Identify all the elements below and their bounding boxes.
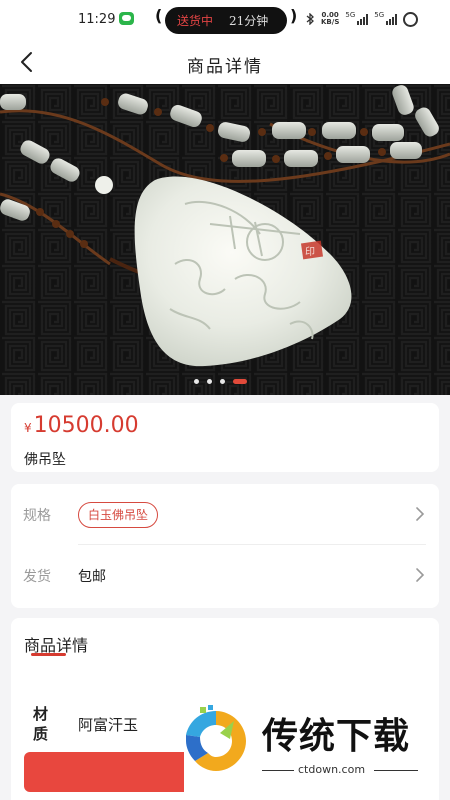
wechat-notification-icon [119,12,134,25]
system-status-icons: 0.00 KB/S 5G 5G [305,11,419,27]
net-speed: 0.00 KB/S [321,12,339,26]
svg-text:印: 印 [305,246,315,258]
carousel-dot-active[interactable] [233,379,247,384]
signal-bars-icon-2 [386,13,398,25]
nav-bar: 商品详情 [0,40,450,84]
shipping-value: 包邮 [78,569,106,585]
chevron-right-icon [416,507,425,521]
watermark-line-right [374,770,418,771]
watermark-logo-icon [186,705,246,771]
spec-label: 规格 [23,508,51,524]
signal-bars-icon [357,13,369,25]
watermark-line-left [262,770,294,771]
site-watermark: 传统下载 ctdown.com [180,703,430,783]
page-title: 商品详情 [187,57,263,77]
carousel-dots [194,379,247,384]
spec-chip[interactable]: 白玉佛吊坠 [78,502,159,528]
options-card: 规格 白玉佛吊坠 发货 包邮 [11,484,439,608]
price: ¥ 10500.00 [24,413,139,438]
chevron-right-icon [416,568,425,582]
bluetooth-icon [306,13,314,25]
net-speed-unit: KB/S [321,18,340,26]
jade-pendant-image: 印 [0,84,450,395]
shipping-label: 发货 [23,569,51,585]
attribute-value: 阿富汗玉 [78,716,139,734]
battery-icon [403,11,419,27]
carousel-dot[interactable] [220,379,225,384]
delivery-status-text: 送货中 [177,14,214,28]
watermark-brand: 传统下载 [262,716,411,757]
signal-label-2: 5G [374,11,385,19]
currency-symbol: ¥ [24,421,32,435]
signal-label-1: 5G [345,11,356,19]
product-image-carousel[interactable]: 印 [0,84,450,395]
watermark-url: ctdown.com [298,763,366,776]
price-card: ¥ 10500.00 佛吊坠 [11,403,439,472]
shipping-row[interactable]: 发货 包邮 [11,545,439,605]
buy-button[interactable] [24,752,184,792]
pill-left-bracket-icon: ( [155,6,163,25]
carousel-dot[interactable] [194,379,199,384]
spec-row[interactable]: 规格 白玉佛吊坠 [11,484,439,544]
pill-right-bracket-icon: ) [290,6,298,25]
status-bar: 11:29 ( 送货中 21分钟 ) 0.00 KB/S 5G 5G [0,0,450,40]
product-name: 佛吊坠 [24,452,66,468]
delivery-eta-text: 21分钟 [229,14,269,28]
details-heading-underline [31,653,66,656]
carousel-dot[interactable] [207,379,212,384]
attribute-label: 材质 [33,705,49,743]
price-value: 10500.00 [33,413,139,438]
status-time: 11:29 [78,12,116,27]
delivery-status-pill[interactable]: 送货中 21分钟 [165,7,287,34]
